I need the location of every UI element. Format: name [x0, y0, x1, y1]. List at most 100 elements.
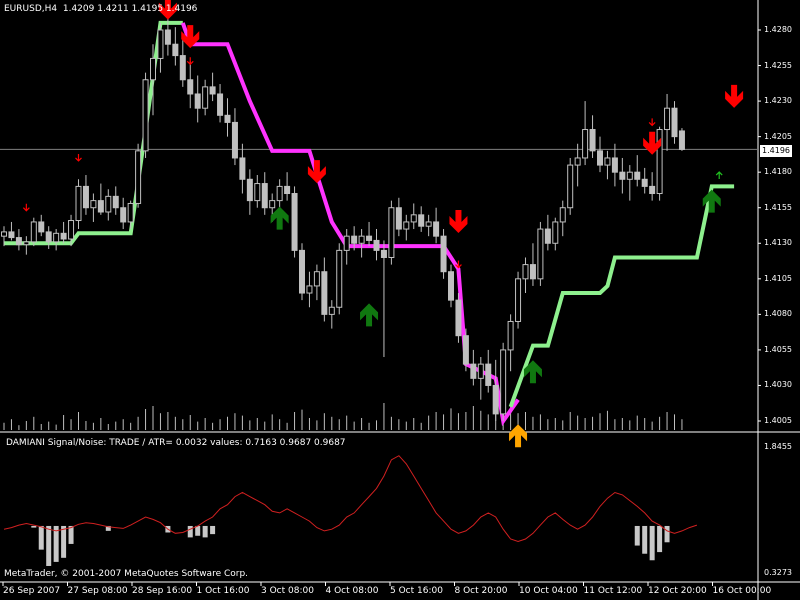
small-sell-arrow-icon [75, 153, 82, 162]
candle-body [462, 335, 469, 365]
candle-body [105, 195, 112, 213]
indicator-bar [202, 525, 208, 538]
candle-body [45, 231, 52, 243]
candle-body [164, 29, 171, 45]
candle-body [485, 363, 492, 386]
candle-body [448, 271, 454, 301]
candle-body [626, 171, 633, 180]
sell-arrow-icon [307, 160, 326, 184]
price-tick-label: 1.4055 [764, 344, 792, 354]
time-tick-label: 10 Oct 04:00 [519, 586, 578, 596]
symbol-label: EURUSD,H4 [4, 4, 58, 14]
stop-line-support2 [508, 184, 735, 408]
time-tick-label: 1 Oct 16:00 [196, 586, 250, 596]
candle-body [142, 79, 149, 152]
candle-body [60, 232, 67, 240]
candle-body [559, 207, 566, 223]
candle-body [567, 164, 574, 209]
candle-body [433, 221, 440, 237]
candle-body [120, 207, 127, 223]
candle-body [515, 278, 522, 322]
candle-body [179, 55, 186, 81]
indicator-min-tick: 0.3273 [764, 568, 792, 577]
candle-body [299, 249, 305, 294]
candle-body [395, 207, 402, 230]
candle-body [656, 129, 663, 195]
candle-body [619, 171, 626, 180]
indicator-bar [187, 525, 193, 538]
candle-body [68, 220, 75, 240]
candle-body [276, 185, 283, 202]
indicator-bar [38, 525, 44, 550]
candle-body [611, 157, 618, 173]
candle-body [194, 93, 201, 109]
candle-body [634, 171, 641, 180]
candle-body [537, 228, 544, 280]
candle-body [649, 185, 656, 195]
candle-body [604, 157, 611, 166]
price-tick-label: 1.4255 [764, 60, 792, 70]
small-sell-arrow-icon [186, 57, 194, 66]
copyright-footer: MetaTrader, © 2001-2007 MetaQuotes Softw… [4, 569, 249, 579]
sell-arrow-icon [449, 209, 468, 233]
price-tick-label: 1.4105 [764, 273, 792, 283]
time-tick-label: 16 Oct 00:00 [712, 586, 772, 596]
indicator-bar [657, 525, 663, 553]
candle-body [202, 86, 209, 109]
price-tick-label: 1.4180 [764, 167, 792, 177]
price-chart[interactable] [0, 0, 800, 600]
ohlc-values: 1.4209 1.4211 1.4195 1.4196 [62, 4, 198, 14]
indicator-bar [61, 525, 67, 558]
candle-body [351, 235, 358, 244]
indicator-bar [634, 525, 640, 546]
time-tick-label: 26 Sep 2007 [3, 586, 61, 596]
chart-header: EURUSD,H4 1.4209 1.4211 1.4195 1.4196 [4, 4, 197, 14]
time-tick-label: 12 Oct 20:00 [648, 586, 707, 596]
indicator-bar [195, 525, 201, 536]
small-sell-arrow-icon [648, 118, 656, 127]
candle-body [380, 249, 387, 258]
candle-body [552, 221, 559, 244]
candle-body [90, 200, 97, 209]
candle-body [261, 183, 268, 209]
candle-body [328, 306, 335, 315]
candle-body [589, 129, 596, 152]
candle-body [246, 178, 253, 202]
candle-body [477, 363, 484, 379]
indicator-bar [31, 525, 37, 528]
candle-body [343, 235, 350, 251]
price-tick-label: 1.4030 [764, 380, 792, 390]
candle-body [664, 107, 671, 131]
price-tick-label: 1.4130 [764, 238, 792, 248]
indicator-bar [210, 525, 216, 535]
buy-arrow-icon [360, 303, 379, 327]
time-tick-label: 5 Oct 16:00 [390, 586, 443, 596]
candle-body [336, 249, 343, 308]
candle-body [388, 207, 395, 258]
candle-body [597, 150, 603, 166]
price-tick-label: 1.4155 [764, 202, 792, 212]
buy-arrow-icon [270, 206, 289, 230]
time-tick-label: 11 Oct 12:00 [583, 586, 643, 596]
candle-body [284, 185, 291, 195]
indicator-bar [68, 525, 74, 544]
candle-body [53, 232, 60, 243]
indicator-bar [664, 525, 670, 543]
candle-body [455, 299, 462, 337]
candle-body [544, 228, 551, 244]
candle-body [313, 271, 320, 287]
candle-body [8, 231, 15, 239]
candle-body [38, 221, 45, 233]
candle-body [157, 29, 164, 59]
candle-body [373, 239, 380, 251]
price-tick-label: 1.4280 [764, 25, 792, 34]
time-tick-label: 3 Oct 08:00 [261, 586, 314, 596]
price-tick-label: 1.4005 [764, 416, 792, 425]
candle-body [321, 271, 328, 315]
candle-body [358, 235, 365, 244]
candle-body [507, 320, 514, 351]
candle-body [306, 285, 313, 294]
candle-body [269, 200, 276, 209]
candle-body [425, 221, 432, 227]
indicator-bar [649, 525, 655, 561]
